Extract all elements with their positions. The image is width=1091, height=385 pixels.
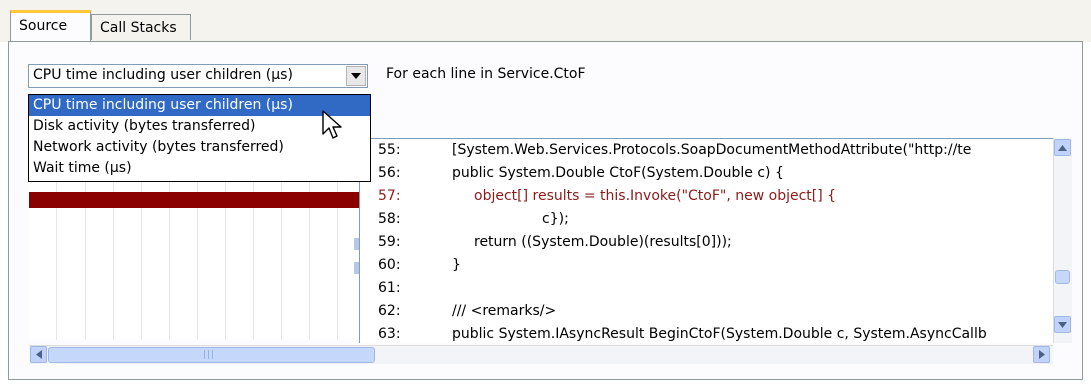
- source-code-view[interactable]: 55: [System.Web.Services.Protocols.SoapD…: [359, 138, 1053, 343]
- tab-call-stacks-label: Call Stacks: [100, 20, 177, 36]
- scroll-grip-icon: |||: [203, 350, 216, 360]
- vertical-scrollbar[interactable]: [1053, 138, 1072, 343]
- dropdown-option-cpu-time[interactable]: CPU time including user children (µs): [29, 95, 370, 116]
- dropdown-option-disk-activity[interactable]: Disk activity (bytes transferred): [29, 116, 370, 137]
- hot-line-bar: [29, 192, 359, 208]
- metric-select-value: CPU time including user children (µs): [33, 67, 293, 83]
- horizontal-scroll-thumb[interactable]: |||: [48, 347, 375, 363]
- tab-source-label: Source: [19, 18, 68, 34]
- tab-source[interactable]: Source: [10, 10, 91, 42]
- source-caption: For each line in Service.CtoF: [386, 66, 586, 82]
- dropdown-option-wait-time[interactable]: Wait time (µs): [29, 158, 370, 179]
- metric-select[interactable]: CPU time including user children (µs): [28, 64, 368, 88]
- scroll-down-arrow-icon[interactable]: [1054, 316, 1071, 333]
- metric-dropdown-list: CPU time including user children (µs) Di…: [28, 94, 371, 182]
- scroll-left-arrow-icon[interactable]: [30, 346, 47, 363]
- scroll-right-arrow-icon[interactable]: [1033, 346, 1050, 363]
- dropdown-option-network-activity[interactable]: Network activity (bytes transferred): [29, 137, 370, 158]
- chevron-down-icon[interactable]: [346, 66, 366, 86]
- mouse-pointer-icon: [322, 110, 342, 139]
- horizontal-scrollbar[interactable]: |||: [29, 345, 1053, 364]
- scroll-up-arrow-icon[interactable]: [1054, 139, 1071, 156]
- tab-strip: Source Call Stacks: [0, 0, 1091, 42]
- tab-call-stacks[interactable]: Call Stacks: [91, 14, 191, 40]
- vertical-scroll-thumb[interactable]: [1055, 270, 1070, 284]
